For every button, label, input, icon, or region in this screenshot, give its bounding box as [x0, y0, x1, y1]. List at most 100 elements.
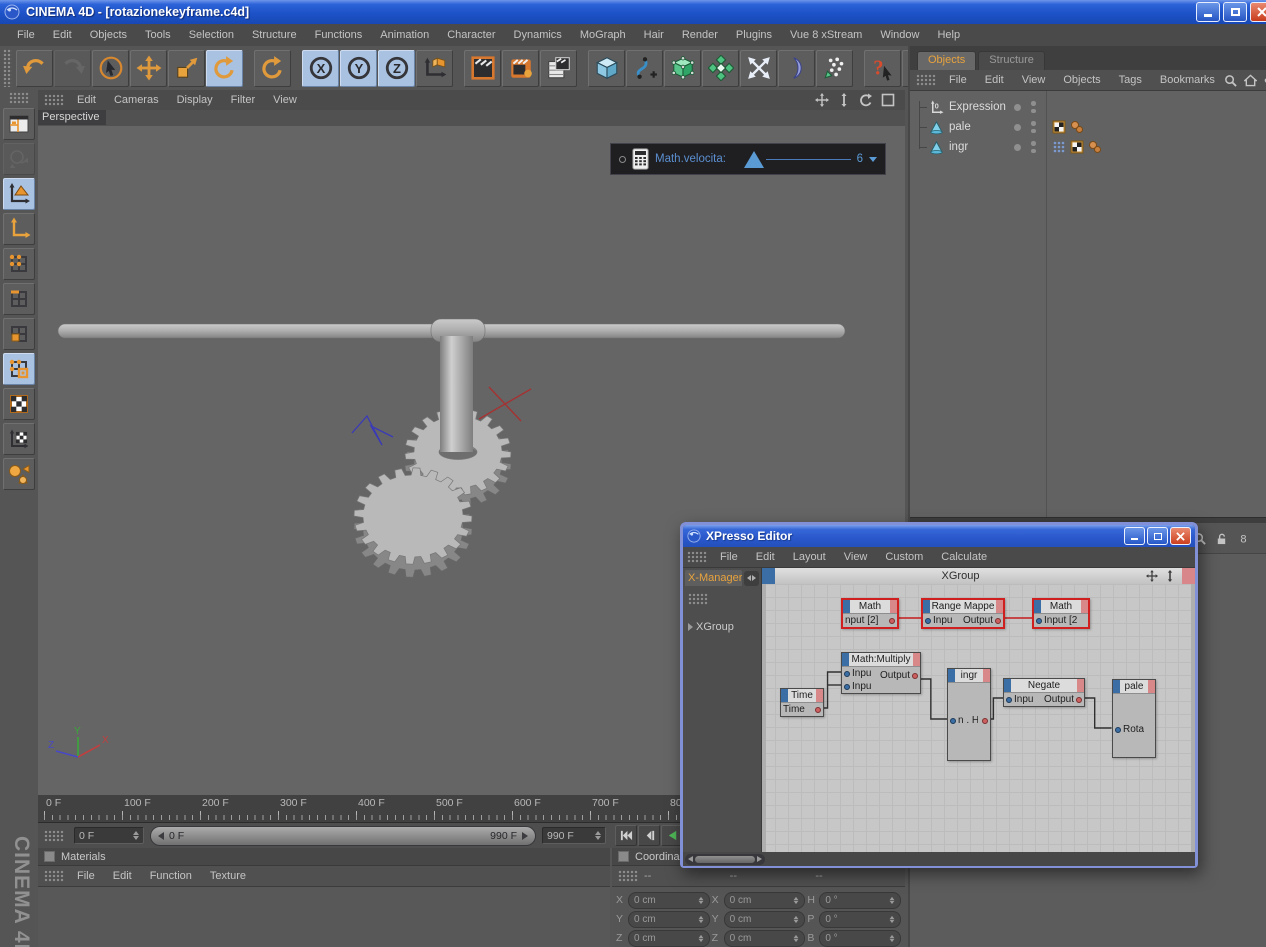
coordinate-field-b[interactable]: 0 ° [819, 930, 901, 947]
output-port[interactable] [1076, 697, 1082, 703]
coordinate-field-y[interactable]: 0 cm [628, 911, 710, 928]
visibility-toggles[interactable] [1014, 141, 1036, 153]
xgroup-input-square-icon[interactable] [762, 568, 775, 584]
xpresso-menu-file[interactable]: File [711, 548, 747, 566]
timeline-range-slider[interactable]: 0 F 990 F [150, 826, 536, 846]
value-stepper[interactable] [698, 915, 703, 922]
search-icon[interactable] [1224, 74, 1237, 87]
goto-start-button[interactable] [615, 825, 637, 846]
object-manager-menu-edit[interactable]: Edit [976, 71, 1013, 89]
node-input-corner-icon[interactable] [843, 600, 850, 613]
texture-mode-button[interactable] [3, 388, 35, 420]
close-button[interactable] [1250, 2, 1266, 22]
menu-objects[interactable]: Objects [81, 26, 136, 44]
viewport-menu-cameras[interactable]: Cameras [105, 91, 168, 109]
materials-menu-edit[interactable]: Edit [104, 867, 141, 885]
menu-file[interactable]: File [8, 26, 44, 44]
lock-icon[interactable] [1215, 532, 1228, 545]
input-port[interactable] [925, 618, 931, 624]
sidebar-grip[interactable] [9, 92, 29, 104]
viewport-menu-view[interactable]: View [264, 91, 306, 109]
xpresso-node-time[interactable]: TimeTime [780, 688, 824, 717]
xpresso-node-pale[interactable]: paleRota [1112, 679, 1156, 758]
frame-stepper[interactable] [133, 831, 139, 840]
zoom-view-icon[interactable] [837, 93, 851, 107]
camera-navigation-button[interactable] [3, 143, 35, 175]
hud-value[interactable]: 6 [857, 153, 863, 165]
axis-mode-button[interactable] [3, 213, 35, 245]
xgroup-header[interactable]: XGroup [762, 568, 1195, 585]
viewport-menu-grip[interactable] [44, 94, 64, 106]
xpresso-tag-icon[interactable] [1052, 140, 1066, 154]
pan-view-icon[interactable] [815, 93, 829, 107]
node-output-corner-icon[interactable] [913, 653, 920, 666]
coordinate-field-h[interactable]: 0 ° [819, 892, 901, 909]
home-icon[interactable] [1244, 74, 1257, 87]
materials-grip[interactable] [44, 870, 64, 882]
menu-vue-8-xstream[interactable]: Vue 8 xStream [781, 26, 871, 44]
xgroup-output-square-icon[interactable] [1182, 568, 1195, 584]
redo-button[interactable] [54, 50, 91, 87]
materials-menu-texture[interactable]: Texture [201, 867, 255, 885]
value-stepper[interactable] [698, 896, 703, 903]
coordinates-grip[interactable] [618, 870, 638, 882]
lock-x-button[interactable]: X [302, 50, 339, 87]
move-tool-button[interactable] [130, 50, 167, 87]
panel-icon[interactable] [44, 851, 55, 862]
object-manager-menu-bookmarks[interactable]: Bookmarks [1151, 71, 1224, 89]
input-port[interactable] [844, 671, 850, 677]
live-selection-button[interactable] [92, 50, 129, 87]
range-right-arrow-icon[interactable] [522, 832, 528, 840]
tab-objects[interactable]: Objects [917, 51, 976, 70]
xpresso-node-math-top-left[interactable]: Mathnput [2] [841, 598, 899, 629]
xpresso-menu-grip[interactable] [687, 551, 707, 563]
node-output-corner-icon[interactable] [890, 600, 897, 613]
edge-mode-button[interactable] [3, 283, 35, 315]
texture-tag-icon[interactable] [1052, 120, 1066, 134]
node-input-corner-icon[interactable] [1113, 680, 1120, 693]
menu-hair[interactable]: Hair [635, 26, 673, 44]
menu-mograph[interactable]: MoGraph [571, 26, 635, 44]
node-input-corner-icon[interactable] [948, 669, 955, 682]
add-particles-button[interactable] [816, 50, 853, 87]
input-port[interactable] [950, 718, 956, 724]
object-item-pale[interactable]: pale [910, 117, 1266, 137]
menu-plugins[interactable]: Plugins [727, 26, 781, 44]
end-frame-field[interactable]: 990 F [542, 827, 606, 844]
xpresso-minimize-button[interactable] [1124, 527, 1145, 545]
node-input-corner-icon[interactable] [923, 600, 930, 613]
xpresso-close-button[interactable] [1170, 527, 1191, 545]
xpresso-node-math-top-right[interactable]: MathInput [2 [1032, 598, 1090, 629]
object-manager-grip[interactable] [916, 74, 936, 86]
value-stepper[interactable] [890, 934, 895, 941]
pan-nodes-icon[interactable] [1146, 570, 1158, 582]
viewport-menu-edit[interactable]: Edit [68, 91, 105, 109]
input-port[interactable] [1006, 697, 1012, 703]
slider-thumb-icon[interactable] [744, 151, 764, 168]
coordinate-field-p[interactable]: 0 ° [819, 911, 901, 928]
panel-icon[interactable] [618, 851, 629, 862]
value-stepper[interactable] [794, 896, 799, 903]
input-port[interactable] [1115, 727, 1121, 733]
add-modifier-button[interactable] [702, 50, 739, 87]
layout-button[interactable] [3, 108, 35, 140]
polygon-mode-button[interactable] [3, 318, 35, 350]
current-frame-field[interactable]: 0 F [74, 827, 144, 844]
xpresso-menu-layout[interactable]: Layout [784, 548, 835, 566]
menu-functions[interactable]: Functions [306, 26, 372, 44]
scroll-nodes-icon[interactable] [1164, 570, 1176, 582]
range-left-arrow-icon[interactable] [158, 832, 164, 840]
node-output-corner-icon[interactable] [983, 669, 990, 682]
node-output-corner-icon[interactable] [996, 600, 1003, 613]
output-port[interactable] [815, 707, 821, 713]
xpresso-menu-custom[interactable]: Custom [876, 548, 932, 566]
rotate-view-icon[interactable] [859, 93, 873, 107]
tab-structure[interactable]: Structure [978, 51, 1045, 70]
rotate-tool-button[interactable] [206, 50, 243, 87]
velocity-slider[interactable] [732, 144, 851, 174]
render-menu-button[interactable] [540, 50, 577, 87]
object-manager-menu-view[interactable]: View [1013, 71, 1055, 89]
end-frame-stepper[interactable] [595, 831, 601, 840]
xpresso-hscrollbar[interactable] [685, 854, 765, 865]
node-input-corner-icon[interactable] [842, 653, 849, 666]
